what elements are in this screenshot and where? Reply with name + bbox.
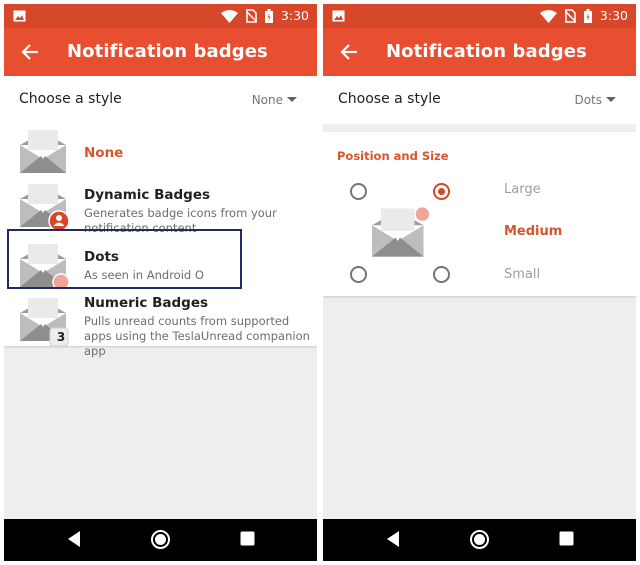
battery-icon: [583, 9, 592, 23]
gallery-icon: [13, 10, 26, 22]
choose-style-label: Choose a style: [338, 91, 441, 107]
list-item-none[interactable]: None: [4, 124, 317, 178]
size-option-medium[interactable]: Medium: [504, 224, 562, 239]
choose-style-dropdown[interactable]: Choose a style Dots: [323, 76, 636, 124]
size-option-large[interactable]: Large: [504, 182, 541, 197]
status-bar: 3:30: [323, 4, 636, 28]
status-time: 3:30: [599, 8, 628, 23]
recents-nav-icon[interactable]: [559, 531, 574, 546]
page-title: Notification badges: [386, 41, 587, 62]
item-title: Numeric Badges: [84, 295, 209, 311]
radio-position-bottom-right[interactable]: [433, 266, 450, 283]
recents-nav-icon[interactable]: [240, 531, 255, 546]
style-value: None: [251, 93, 283, 107]
item-title: None: [84, 145, 124, 161]
size-option-small[interactable]: Small: [504, 267, 540, 282]
radio-position-top-right[interactable]: [433, 183, 450, 200]
battery-icon: [264, 9, 273, 23]
home-nav-icon[interactable]: [150, 529, 171, 550]
wifi-icon: [539, 9, 557, 23]
app-bar: Notification badges: [323, 28, 636, 76]
choose-style-label: Choose a style: [19, 91, 122, 107]
envelope-person-badge-icon: [20, 184, 70, 232]
arrow-back-icon[interactable]: [339, 42, 359, 62]
wifi-icon: [220, 9, 238, 23]
back-nav-icon[interactable]: [385, 530, 401, 548]
page-title: Notification badges: [67, 41, 268, 62]
status-bar: 3:30: [4, 4, 317, 28]
envelope-icon: [20, 130, 66, 173]
choose-style-dropdown[interactable]: Choose a style None: [4, 76, 317, 124]
badge-count: 3: [56, 330, 66, 344]
chevron-down-icon: [287, 97, 297, 102]
home-nav-icon[interactable]: [469, 529, 490, 550]
status-time: 3:30: [280, 8, 309, 23]
highlight-box: [7, 229, 242, 289]
position-size-card: Position and Size Large Medium Small: [323, 132, 636, 296]
chevron-down-icon: [606, 97, 616, 102]
arrow-back-icon[interactable]: [20, 42, 40, 62]
navigation-bar: [4, 519, 317, 561]
section-title: Position and Size: [337, 149, 449, 163]
item-title: Dynamic Badges: [84, 187, 211, 203]
right-phone-screen: 3:30 Notification badges Choose a style …: [323, 4, 636, 561]
envelope-dot-preview-icon: [372, 207, 430, 257]
gallery-icon: [332, 10, 345, 22]
no-sim-icon: [245, 9, 257, 23]
style-value: Dots: [574, 93, 602, 107]
list-item-numeric-badges[interactable]: 3 Numeric Badges Pulls unread counts fro…: [4, 292, 317, 358]
back-nav-icon[interactable]: [66, 530, 82, 548]
radio-position-top-left[interactable]: [350, 183, 367, 200]
item-subtitle: Pulls unread counts from supported apps …: [84, 314, 310, 358]
navigation-bar: [323, 519, 636, 561]
radio-position-bottom-left[interactable]: [350, 266, 367, 283]
no-sim-icon: [564, 9, 576, 23]
app-bar: Notification badges: [4, 28, 317, 76]
list-item-dynamic-badges[interactable]: Dynamic Badges Generates badge icons fro…: [4, 178, 317, 235]
